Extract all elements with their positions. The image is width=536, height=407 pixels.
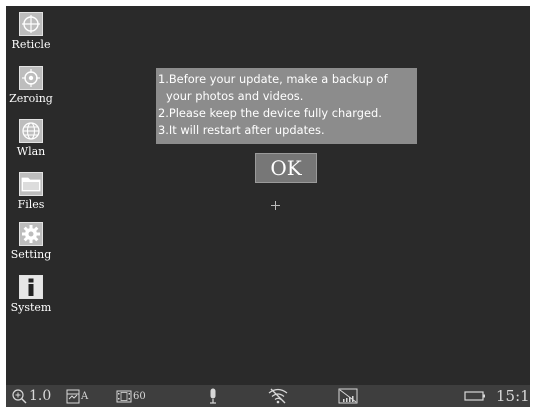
globe-icon [19,119,43,143]
sidebar-item-system[interactable]: System [6,275,56,314]
film-icon [116,390,132,402]
exposure-icon [66,389,80,403]
sidebar-item-setting[interactable]: Setting [6,222,56,261]
center-crosshair-icon [271,201,280,210]
info-icon [19,275,43,299]
zoom-level: 1.0 [29,388,52,404]
device-screen: Reticle Zeroing Wlan Files Setting Syste… [6,6,530,407]
sidebar-item-label: System [10,301,52,314]
zoom-indicator: 1.0 [12,385,51,407]
zoom-in-icon [12,388,27,403]
sidebar-item-label: Reticle [11,38,51,51]
sidebar-item-label: Zeroing [9,92,53,105]
dialog-line-4: 3.It will restart after updates. [158,123,325,137]
exposure-indicator: A [66,385,88,407]
battery-icon [464,385,486,407]
sidebar-item-reticle[interactable]: Reticle [6,12,56,51]
sidebar-item-zeroing[interactable]: Zeroing [6,66,56,105]
gear-icon [19,222,43,246]
sidebar-item-label: Wlan [16,145,46,158]
microphone-icon [208,385,218,407]
dialog-line-1: 1.Before your update, make a backup of [158,72,388,86]
sidebar-item-label: Setting [10,248,52,261]
sidebar-item-files[interactable]: Files [6,172,56,211]
clock: 15:16 [496,385,530,407]
frame-rate: 60 [133,390,146,402]
dialog-line-3: 2.Please keep the device fully charged. [158,106,382,120]
reticle-icon [19,12,43,36]
update-notice-dialog: 1.Before your update, make a backup of y… [156,68,417,144]
exposure-mode: A [81,390,89,402]
folder-icon [19,172,43,196]
dialog-line-2: your photos and videos. [166,89,304,103]
sidebar-item-wlan[interactable]: Wlan [6,119,56,158]
wifi-off-icon [268,385,288,407]
sidebar-item-label: Files [17,198,45,211]
status-bar: 1.0 A 60 15:1 [6,385,530,407]
frame-rate-indicator: 60 [116,385,146,407]
ok-button[interactable]: OK [255,153,317,183]
signal-icon [338,385,358,407]
clock-time: 15:16 [496,387,530,405]
zeroing-icon [19,66,43,90]
